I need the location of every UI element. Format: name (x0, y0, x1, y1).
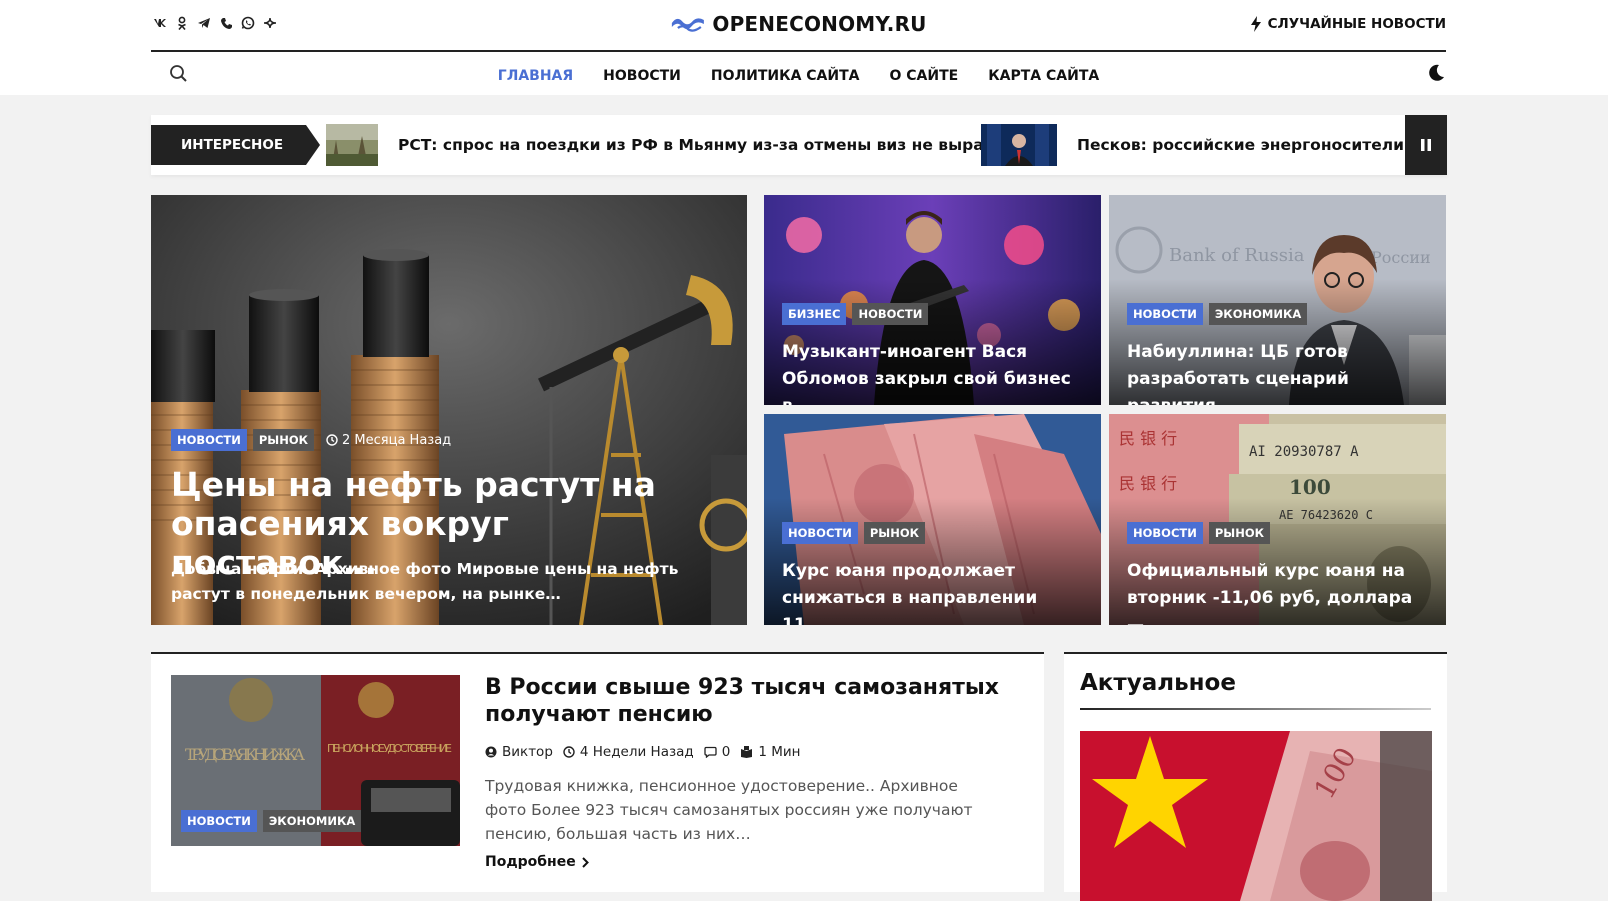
svg-text:ПЕНСИОННОЕ УДОСТОВЕРЕНИЕ: ПЕНСИОННОЕ УДОСТОВЕРЕНИЕ (327, 742, 452, 755)
comments-meta[interactable]: 0 (704, 744, 731, 760)
category-badge[interactable]: РЫНОК (1208, 522, 1271, 544)
hero-time: 2 Месяца Назад (326, 433, 451, 448)
news-ticker: ИНТЕРЕСНОЕ РСТ: спрос на поездки из РФ в… (151, 115, 1447, 175)
social-links (153, 16, 277, 30)
category-badge[interactable]: РЫНОК (863, 522, 926, 544)
article-title[interactable]: В России свыше 923 тысяч самозанятых пол… (485, 674, 1005, 728)
read-time-meta: 1 Мин (740, 744, 801, 760)
random-news-label: СЛУЧАЙНЫЕ НОВОСТИ (1267, 16, 1446, 32)
hero-description: Добыча нефти. Архивное фото Мировые цены… (171, 560, 679, 603)
svg-text:AI 20930787 A: AI 20930787 A (1249, 444, 1359, 460)
category-badge[interactable]: НОВОСТИ (181, 810, 257, 832)
article-time: 4 Недели Назад (579, 744, 694, 760)
whatsapp-icon[interactable] (241, 16, 255, 30)
site-logo[interactable]: OPENECONOMY.RU (670, 12, 926, 36)
ticker-item[interactable]: РСТ: спрос на поездки из РФ в Мьянму из-… (326, 123, 1021, 167)
nav-home[interactable]: ГЛАВНАЯ (498, 68, 573, 84)
tile-categories: НОВОСТИ РЫНОК (782, 522, 926, 544)
sidebar-title: Актуальное (1080, 670, 1236, 696)
viber-icon[interactable] (219, 16, 233, 30)
category-badge[interactable]: НОВОСТИ (1127, 303, 1203, 325)
ticker-pause-button[interactable] (1405, 115, 1447, 175)
odnoklassniki-icon[interactable] (175, 16, 189, 30)
article-thumbnail[interactable]: ТРУДОВАЯ КНИЖКА ПЕНСИОННОЕ УДОСТОВЕРЕНИЕ… (171, 675, 460, 846)
clock-icon (563, 746, 575, 758)
comment-icon (704, 746, 717, 758)
sidebar-divider (1080, 708, 1431, 710)
chevron-right-icon (582, 856, 589, 868)
top-bar: OPENECONOMY.RU СЛУЧАЙНЫЕ НОВОСТИ (151, 0, 1446, 52)
category-badge[interactable]: БИЗНЕС (782, 303, 847, 325)
article-list-item: ТРУДОВАЯ КНИЖКА ПЕНСИОННОЕ УДОСТОВЕРЕНИЕ… (151, 652, 1044, 892)
tile-title[interactable]: Набиуллина: ЦБ готов разработать сценари… (1127, 339, 1427, 405)
hero-time-text: 2 Месяца Назад (342, 432, 452, 448)
site-header: OPENECONOMY.RU СЛУЧАЙНЫЕ НОВОСТИ ГЛАВНАЯ… (0, 0, 1608, 95)
ticker-text: РСТ: спрос на поездки из РФ в Мьянму из-… (398, 136, 1022, 154)
nav-sitemap[interactable]: КАРТА САЙТА (988, 68, 1099, 84)
category-badge[interactable]: НОВОСТИ (1127, 522, 1203, 544)
read-time: 1 Мин (758, 744, 801, 760)
yandex-zen-icon[interactable] (263, 16, 277, 30)
svg-text:民 银 行: 民 银 行 (1119, 474, 1177, 493)
search-icon[interactable] (169, 64, 189, 84)
svg-text:100: 100 (1289, 475, 1331, 499)
ticker-thumbnail (981, 124, 1057, 166)
vietnam-flag-yuan-image: 100 (1080, 731, 1432, 901)
svg-text:民 银 行: 民 银 行 (1119, 429, 1177, 448)
ticker-label: ИНТЕРЕСНОЕ (151, 125, 320, 165)
user-icon (485, 746, 497, 758)
svg-text:Bank of Russia: Bank of Russia (1169, 245, 1305, 266)
category-badge[interactable]: ЭКОНОМИКА (262, 810, 362, 832)
category-badge[interactable]: НОВОСТИ (171, 429, 247, 451)
category-badge[interactable]: РЫНОК (252, 429, 315, 451)
ticker-item[interactable]: Песков: российские энергоносители име (981, 123, 1443, 167)
tile-title[interactable]: Официальный курс юаня на вторник -11,06 … (1127, 558, 1427, 625)
pause-icon (1421, 139, 1431, 151)
category-badge[interactable]: НОВОСТИ (852, 303, 929, 325)
read-more-link[interactable]: Подробнее (485, 854, 589, 870)
time-meta: 4 Недели Назад (563, 744, 694, 760)
lightning-icon (1250, 16, 1261, 32)
news-tile[interactable]: НОВОСТИ РЫНОК Курс юаня продолжает снижа… (764, 414, 1101, 625)
author-meta[interactable]: Виктор (485, 744, 553, 760)
comment-count: 0 (721, 744, 731, 760)
logo-text: OPENECONOMY.RU (712, 12, 927, 36)
article-categories: НОВОСТИ ЭКОНОМИКА (181, 810, 362, 832)
tile-categories: БИЗНЕС НОВОСТИ (782, 303, 929, 325)
nav-about[interactable]: О САЙТЕ (889, 68, 958, 84)
tile-categories: НОВОСТИ ЭКОНОМИКА (1127, 303, 1308, 325)
article-excerpt: Трудовая книжка, пенсионное удостоверени… (485, 777, 973, 843)
tile-title[interactable]: Музыкант-иноагент Вася Обломов закрыл св… (782, 339, 1082, 405)
author-name: Виктор (502, 744, 553, 760)
vk-icon[interactable] (153, 16, 167, 30)
nav-policy[interactable]: ПОЛИТИКА САЙТА (711, 68, 860, 84)
tile-title[interactable]: Курс юаня продолжает снижаться в направл… (782, 558, 1082, 625)
hero-article[interactable]: НОВОСТИ РЫНОК 2 Месяца Назад Цены на неф… (151, 195, 747, 625)
sidebar-article-image[interactable]: 100 (1080, 731, 1432, 901)
svg-text:России: России (1371, 248, 1431, 267)
ticker-thumbnail (326, 124, 378, 166)
read-more-label: Подробнее (485, 854, 576, 870)
nav-row: ГЛАВНАЯ НОВОСТИ ПОЛИТИКА САЙТА О САЙТЕ К… (151, 54, 1446, 95)
telegram-icon[interactable] (197, 16, 211, 30)
hero-categories: НОВОСТИ РЫНОК 2 Месяца Назад (171, 429, 451, 451)
dark-mode-moon-icon[interactable] (1426, 63, 1446, 83)
article-meta: Виктор 4 Недели Назад 0 1 Мин (485, 744, 801, 760)
svg-text:ТРУДОВАЯ КНИЖКА: ТРУДОВАЯ КНИЖКА (185, 745, 305, 764)
news-tile[interactable]: БИЗНЕС НОВОСТИ Музыкант-иноагент Вася Об… (764, 195, 1101, 405)
category-badge[interactable]: ЭКОНОМИКА (1208, 303, 1308, 325)
main-nav: ГЛАВНАЯ НОВОСТИ ПОЛИТИКА САЙТА О САЙТЕ К… (498, 68, 1099, 84)
news-tile[interactable]: 民 银 行 民 银 行 AI 20930787 A AE 76423620 C … (1109, 414, 1446, 625)
sidebar-widget: Актуальное 100 (1064, 652, 1447, 901)
random-news-link[interactable]: СЛУЧАЙНЫЕ НОВОСТИ (1250, 16, 1446, 32)
clock-icon (326, 434, 338, 446)
logo-wave-icon (671, 18, 704, 32)
category-badge[interactable]: НОВОСТИ (782, 522, 858, 544)
news-tile[interactable]: Bank of Russia России НОВОСТИ ЭКОНОМИКА … (1109, 195, 1446, 405)
tile-categories: НОВОСТИ РЫНОК (1127, 522, 1271, 544)
nav-news[interactable]: НОВОСТИ (603, 68, 681, 84)
ticker-text: Песков: российские энергоносители име (1077, 136, 1444, 154)
book-icon (741, 746, 753, 758)
